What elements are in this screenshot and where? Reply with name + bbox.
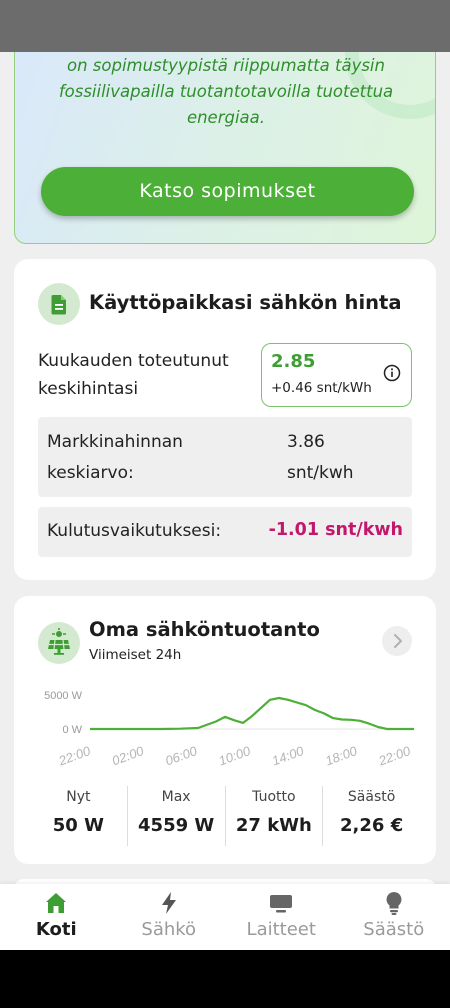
label-line: keskihintasi: [38, 379, 139, 399]
consumption-impact-value: -1.01 snt/kwh: [268, 520, 403, 540]
market-average-label: Markkinahinnan keskiarvo:: [47, 427, 247, 489]
x-tick-label: 18:00: [323, 743, 359, 768]
nav-item-devices[interactable]: Laitteet: [225, 884, 338, 950]
bottom-navigation: Koti Sähkö Laitteet Säästö: [0, 884, 450, 950]
stat-label: Säästö: [347, 789, 396, 805]
home-icon: [46, 893, 67, 913]
open-production-button[interactable]: [382, 626, 412, 656]
production-series-line: [90, 696, 414, 731]
monthly-delta: +0.46 snt/kWh: [271, 380, 372, 396]
x-tick-label: 06:00: [163, 743, 199, 768]
consumption-impact-row: Kulutusvaikutuksesi: -1.01 snt/kwh: [38, 507, 412, 557]
stat-value: 2,26 €: [340, 815, 404, 836]
stat-now: Nyt 50 W: [30, 786, 128, 846]
stat-max: Max 4559 W: [128, 786, 226, 846]
nav-item-savings[interactable]: Säästö: [338, 884, 450, 950]
y-tick-label: 5000 W: [44, 690, 83, 702]
electricity-price-card: Käyttöpaikkasi sähkön hinta Kuukauden to…: [14, 259, 436, 580]
production-card-subtitle: Viimeiset 24h: [89, 647, 182, 663]
stat-label: Nyt: [66, 789, 91, 805]
promo-text-line: on sopimustyypistä riippumatta täysin: [67, 56, 385, 75]
document-icon-circle: [38, 283, 80, 325]
consumption-impact-label: Kulutusvaikutuksesi:: [47, 521, 222, 541]
info-icon[interactable]: [383, 364, 401, 382]
status-bar: [0, 0, 450, 52]
promo-text-line: fossiilivapailla tuotantotavoilla tuotet…: [58, 82, 394, 101]
stat-label: Max: [161, 789, 191, 805]
solar-panel-icon: [48, 628, 70, 655]
promo-text: on sopimustyypistä riippumatta täysin fo…: [35, 53, 417, 131]
nav-label: Säästö: [363, 919, 425, 940]
stat-label: Tuotto: [252, 789, 296, 805]
stat-yield: Tuotto 27 kWh: [226, 786, 324, 846]
solar-icon-circle: [38, 622, 80, 664]
monthly-average-label: Kuukauden toteutunut keskihintasi: [38, 347, 258, 403]
chevron-right-icon: [394, 634, 402, 648]
view-contracts-button[interactable]: Katso sopimukset: [41, 167, 414, 216]
production-card-title: Oma sähköntuotanto: [89, 618, 320, 641]
stat-value: 50 W: [52, 815, 104, 836]
lightbulb-icon: [386, 892, 402, 915]
nav-label: Sähkö: [141, 919, 197, 940]
production-stats: Nyt 50 W Max 4559 W Tuotto 27 kWh Säästö…: [30, 786, 420, 846]
x-tick-label: 22:00: [56, 743, 93, 769]
stat-value: 4559 W: [138, 815, 215, 836]
stat-value: 27 kWh: [235, 815, 312, 836]
market-average-row: Markkinahinnan keskiarvo: 3.86 snt/kwh: [38, 417, 412, 497]
label-line: Kuukauden toteutunut: [38, 351, 229, 371]
nav-item-home[interactable]: Koti: [0, 884, 113, 950]
stat-savings: Säästö 2,26 €: [323, 786, 420, 846]
nav-label: Koti: [35, 919, 77, 940]
x-tick-label: 22:00: [376, 743, 413, 769]
value-line: snt/kwh: [287, 463, 354, 483]
price-card-title: Käyttöpaikkasi sähkön hinta: [89, 291, 402, 314]
label-line: keskiarvo:: [47, 463, 134, 483]
y-tick-label: 0 W: [62, 724, 82, 736]
document-icon: [51, 295, 66, 315]
x-tick-label: 02:00: [110, 743, 146, 768]
market-average-value: 3.86 snt/kwh: [287, 427, 397, 489]
x-tick-label: 10:00: [217, 743, 253, 768]
promo-text-line: energiaa.: [186, 108, 266, 127]
monitor-icon: [270, 895, 293, 913]
lightning-icon: [161, 892, 176, 914]
system-navigation-bar: [0, 950, 450, 1008]
production-chart: 5000 W 0 W 22:00 02:00 06:00 10:00 14:00 18:00 2…: [44, 690, 414, 769]
monthly-average-box[interactable]: 2.85 +0.46 snt/kWh: [261, 343, 412, 407]
label-line: Markkinahinnan: [47, 432, 183, 452]
nav-label: Laitteet: [246, 919, 316, 940]
own-production-card[interactable]: Oma sähköntuotanto Viimeiset 24h 5000 W 0…: [14, 596, 436, 864]
value-line: 3.86: [287, 432, 325, 452]
monthly-average-value: 2.85: [271, 351, 316, 372]
x-tick-label: 14:00: [270, 743, 306, 768]
nav-item-electricity[interactable]: Sähkö: [113, 884, 226, 950]
